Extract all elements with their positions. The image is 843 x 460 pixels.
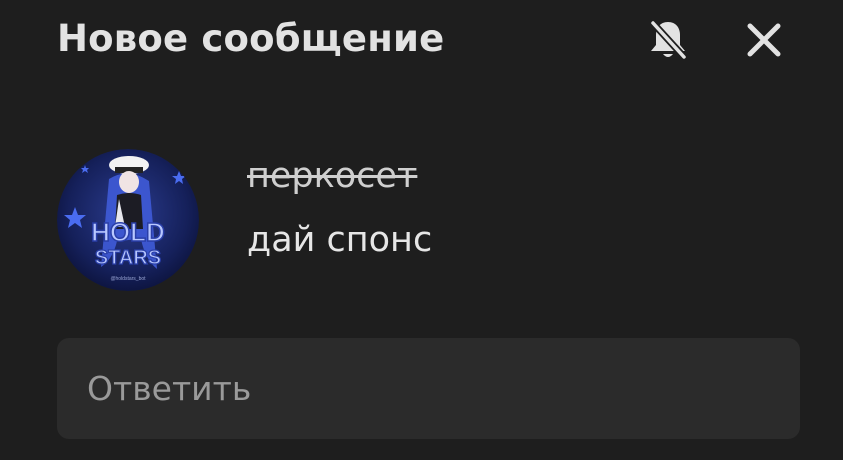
close-icon xyxy=(747,23,781,57)
close-button[interactable] xyxy=(740,16,788,64)
avatar-text-line2: STARS xyxy=(95,247,161,269)
sender-name: перкосет xyxy=(247,156,418,196)
page-title: Новое сообщение xyxy=(57,17,445,60)
avatar[interactable]: HOLD STARS @holdstars_bot xyxy=(57,149,199,291)
avatar-handle: @holdstars_bot xyxy=(110,276,146,282)
avatar-image: HOLD STARS @holdstars_bot xyxy=(57,149,199,291)
message-text: дай спонс xyxy=(247,220,433,260)
notification-panel: Новое сообщение HOLD STARS @holdstars_bo… xyxy=(0,0,843,460)
avatar-text-line1: HOLD xyxy=(91,217,165,247)
mute-button[interactable] xyxy=(644,16,692,64)
bell-off-icon xyxy=(649,19,688,61)
reply-input[interactable] xyxy=(57,338,800,439)
